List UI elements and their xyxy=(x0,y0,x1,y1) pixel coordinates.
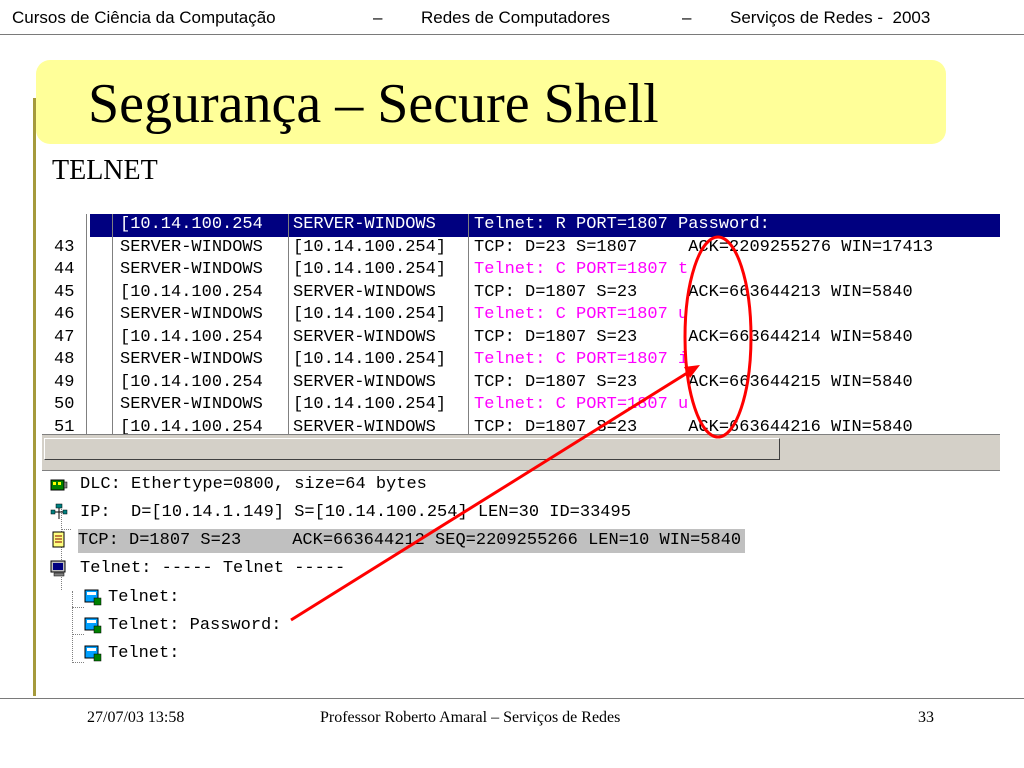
packet-detail-tree[interactable]: DLC: Ethertype=0800, size=64 bytes IP: D… xyxy=(42,471,1000,674)
packet-row[interactable]: 50 SERVER-WINDOWS [10.14.100.254] Telnet: C… xyxy=(42,394,1000,417)
packet-row[interactable]: 49 [10.14.100.254 SERVER-WINDOWS TCP: D=180… xyxy=(42,372,1000,395)
header-divider xyxy=(0,34,1024,35)
telnet-leaf-icon xyxy=(84,645,102,662)
packet-summary: TCP: D=1807 S=23 ACK=663644213 WIN=5840 xyxy=(474,282,913,302)
pane-splitter[interactable] xyxy=(42,462,1000,471)
packet-source: SERVER-WINDOWS xyxy=(120,305,263,324)
network-node-icon xyxy=(50,503,68,519)
footer-divider xyxy=(0,698,1024,699)
horizontal-scrollbar[interactable] xyxy=(42,434,1000,463)
packet-source: [10.14.100.254 xyxy=(120,215,263,234)
packet-row[interactable]: 42 [10.14.100.254 SERVER-WINDOWS Telnet: R … xyxy=(54,214,1000,237)
packet-number: 44 xyxy=(54,260,75,279)
packet-source: SERVER-WINDOWS xyxy=(120,395,263,414)
packet-destination: SERVER-WINDOWS xyxy=(293,372,436,392)
packet-destination: [10.14.100.254] xyxy=(293,395,447,414)
detail-telnet-line-1[interactable]: Telnet: xyxy=(108,586,179,610)
header-course: Cursos de Ciência da Computação xyxy=(12,8,276,27)
detail-ip[interactable]: IP: D=[10.14.1.149] S=[10.14.100.254] LE… xyxy=(80,501,631,525)
tree-connector xyxy=(72,607,84,608)
packet-destination: SERVER-WINDOWS xyxy=(293,327,436,347)
tree-connector xyxy=(72,591,73,663)
packet-source: SERVER-WINDOWS xyxy=(120,350,263,369)
packet-destination: [10.14.100.254] xyxy=(293,305,447,324)
packet-number: 50 xyxy=(54,395,75,414)
packet-row[interactable]: 48 SERVER-WINDOWS [10.14.100.254] Telnet: C… xyxy=(42,349,1000,372)
packet-source: SERVER-WINDOWS xyxy=(120,260,263,279)
terminal-icon xyxy=(50,560,66,577)
packet-row[interactable]: 45 [10.14.100.254 SERVER-WINDOWS TCP: D=180… xyxy=(42,282,1000,305)
scrollbar-thumb[interactable] xyxy=(44,438,780,460)
packet-number: 46 xyxy=(54,305,75,324)
packet-source: SERVER-WINDOWS xyxy=(120,237,263,257)
packet-row[interactable]: 47 [10.14.100.254 SERVER-WINDOWS TCP: D=180… xyxy=(42,327,1000,350)
network-card-icon xyxy=(50,479,68,491)
document-icon xyxy=(52,531,65,548)
packet-capture-window: 42 [10.14.100.254 SERVER-WINDOWS Telnet: R … xyxy=(42,212,1000,674)
packet-destination: SERVER-WINDOWS xyxy=(293,215,436,234)
detail-tcp[interactable]: TCP: D=1807 S=23 ACK=663644212 SEQ=22092… xyxy=(78,529,746,553)
tree-connector xyxy=(72,662,84,663)
header-dash-2: – xyxy=(682,8,692,27)
detail-dlc[interactable]: DLC: Ethertype=0800, size=64 bytes xyxy=(80,473,427,497)
packet-summary: Telnet: R PORT=1807 Password: xyxy=(474,215,770,234)
packet-summary: Telnet: C PORT=1807 t xyxy=(474,260,689,279)
header-topic: Serviços de Redes - 2003 xyxy=(730,8,931,27)
packet-summary: Telnet: C PORT=1807 i xyxy=(474,350,689,369)
packet-summary: Telnet: C PORT=1807 u xyxy=(474,305,689,324)
column-separator[interactable] xyxy=(288,214,289,442)
packet-source: [10.14.100.254 xyxy=(120,282,263,302)
packet-row[interactable]: 46 SERVER-WINDOWS [10.14.100.254] Telnet: C… xyxy=(42,304,1000,327)
packet-summary: TCP: D=23 S=1807 ACK=2209255276 WIN=1741… xyxy=(474,237,934,257)
packet-number: 42 xyxy=(54,215,75,234)
packet-destination: [10.14.100.254] xyxy=(293,237,447,257)
packet-number: 45 xyxy=(54,282,75,302)
detail-telnet-line-3[interactable]: Telnet: xyxy=(108,642,179,666)
telnet-leaf-icon xyxy=(84,589,102,606)
column-separator[interactable] xyxy=(112,214,113,442)
packet-source: [10.14.100.254 xyxy=(120,372,263,392)
tree-connector xyxy=(72,634,84,635)
packet-number: 49 xyxy=(54,372,75,392)
left-accent-bar xyxy=(33,98,36,696)
packet-summary: TCP: D=1807 S=23 ACK=663644215 WIN=5840 xyxy=(474,372,913,392)
packet-destination: [10.14.100.254] xyxy=(293,350,447,369)
detail-telnet-line-2[interactable]: Telnet: Password: xyxy=(108,614,281,638)
footer-date: 27/07/03 13:58 xyxy=(87,709,185,726)
footer-author: Professor Roberto Amaral – Serviços de R… xyxy=(320,709,621,726)
header-subject: Redes de Computadores xyxy=(421,8,611,27)
packet-summary: TCP: D=1807 S=23 ACK=663644214 WIN=5840 xyxy=(474,327,913,347)
packet-number: 47 xyxy=(54,327,75,347)
tree-connector xyxy=(61,529,71,530)
column-separator[interactable] xyxy=(468,214,469,442)
slide-subtitle: TELNET xyxy=(52,155,158,186)
packet-destination: [10.14.100.254] xyxy=(293,260,447,279)
telnet-leaf-icon xyxy=(84,617,102,634)
packet-source: [10.14.100.254 xyxy=(120,327,263,347)
slide-title: Segurança – Secure Shell xyxy=(88,73,659,135)
detail-telnet-header[interactable]: Telnet: ----- Telnet ----- xyxy=(80,557,345,581)
packet-row[interactable]: 43 SERVER-WINDOWS [10.14.100.254] TCP: D=23… xyxy=(42,237,1000,260)
footer-page-number: 33 xyxy=(918,709,934,726)
header-dash-1: – xyxy=(373,8,383,27)
packet-row[interactable]: 44 SERVER-WINDOWS [10.14.100.254] Telnet: C… xyxy=(42,259,1000,282)
packet-destination: SERVER-WINDOWS xyxy=(293,282,436,302)
packet-number: 48 xyxy=(54,350,75,369)
packet-summary: Telnet: C PORT=1807 u xyxy=(474,395,689,414)
column-separator[interactable] xyxy=(86,214,87,442)
slide-header: Cursos de Ciência da Computação – Redes … xyxy=(0,0,1024,34)
packet-list[interactable]: 42 [10.14.100.254 SERVER-WINDOWS Telnet: R … xyxy=(42,214,1000,442)
packet-number: 43 xyxy=(54,237,75,257)
